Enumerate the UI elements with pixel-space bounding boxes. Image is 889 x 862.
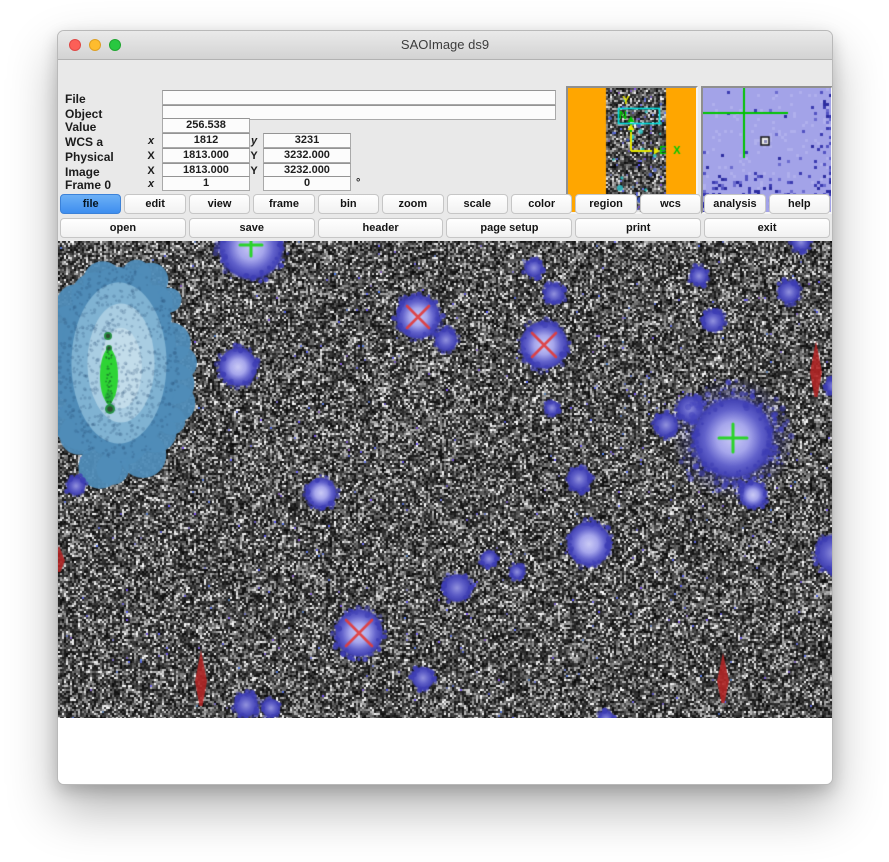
frame-zoom-field[interactable]: 1 (162, 176, 250, 191)
label-physical: Physical (65, 150, 114, 164)
menu-edit[interactable]: edit (124, 194, 185, 214)
physical-y-field[interactable]: 3232.000 (263, 148, 351, 163)
wcs-y-key: y (247, 135, 261, 147)
value-field[interactable]: 256.538 (162, 118, 250, 133)
titlebar[interactable]: SAOImage ds9 (58, 31, 832, 60)
menu-file[interactable]: file (60, 194, 121, 214)
info-panel: File Object Value WCS a Physical Image F… (58, 59, 832, 191)
frame-x-key: x (144, 178, 158, 190)
physical-x-field[interactable]: 1813.000 (162, 148, 250, 163)
window-title: SAOImage ds9 (58, 31, 832, 58)
menu-wcs[interactable]: wcs (640, 194, 701, 214)
file-field[interactable] (162, 90, 556, 105)
close-button[interactable] (69, 39, 81, 51)
action-page-setup[interactable]: page setup (446, 218, 572, 238)
image-x-key: X (144, 165, 158, 177)
menu-color[interactable]: color (511, 194, 572, 214)
action-save[interactable]: save (189, 218, 315, 238)
wcs-y-field[interactable]: 3231 (263, 133, 351, 148)
label-file: File (65, 92, 86, 106)
ds9-window: SAOImage ds9 File Object Value WCS a Phy… (57, 30, 833, 785)
label-frame: Frame 0 (65, 178, 111, 192)
minimize-button[interactable] (89, 39, 101, 51)
action-print[interactable]: print (575, 218, 701, 238)
maximize-button[interactable] (109, 39, 121, 51)
menu-bin[interactable]: bin (318, 194, 379, 214)
colorbar-area: -0.0590.972.23.75.68.1111622 (58, 718, 832, 784)
physical-y-key: Y (247, 150, 261, 162)
label-image: Image (65, 165, 100, 179)
degree-symbol: ° (356, 177, 360, 189)
image-display[interactable] (58, 241, 833, 718)
traffic-lights (69, 39, 121, 51)
wcs-x-key: x (144, 135, 158, 147)
menu-region[interactable]: region (575, 194, 636, 214)
frame-rotate-field[interactable]: 0 (263, 176, 351, 191)
label-object: Object (65, 107, 102, 121)
wcs-x-field[interactable]: 1812 (162, 133, 250, 148)
menu-view[interactable]: view (189, 194, 250, 214)
label-value: Value (65, 120, 96, 134)
action-exit[interactable]: exit (704, 218, 830, 238)
menu-zoom[interactable]: zoom (382, 194, 443, 214)
file-action-bar: opensaveheaderpage setupprintexit (60, 218, 830, 238)
menu-scale[interactable]: scale (447, 194, 508, 214)
physical-x-key: X (144, 150, 158, 162)
action-open[interactable]: open (60, 218, 186, 238)
menu-bar: fileeditviewframebinzoomscalecolorregion… (60, 194, 830, 214)
menu-frame[interactable]: frame (253, 194, 314, 214)
label-wcs: WCS a (65, 135, 103, 149)
menu-analysis[interactable]: analysis (704, 194, 765, 214)
action-header[interactable]: header (318, 218, 444, 238)
menu-help[interactable]: help (769, 194, 830, 214)
